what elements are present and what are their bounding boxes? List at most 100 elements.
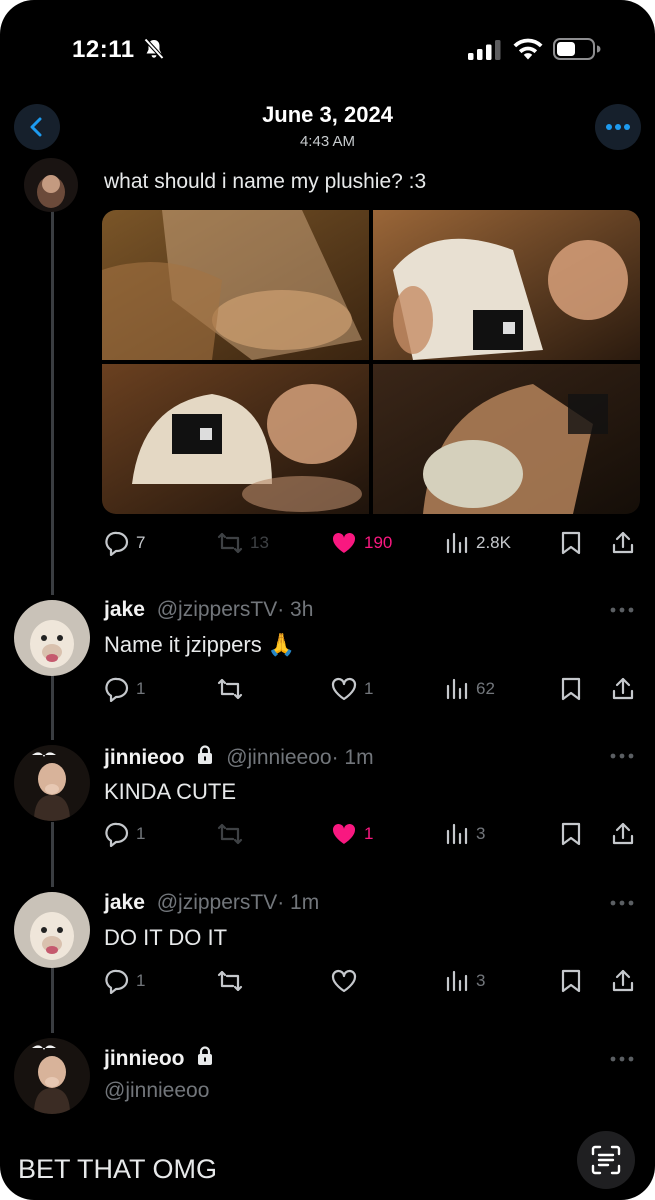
thread-connector-line: [51, 675, 54, 740]
views-button[interactable]: 3: [444, 966, 485, 996]
bookmark-button[interactable]: [560, 819, 582, 849]
bookmark-icon: [561, 969, 581, 993]
thread-header: June 3, 2024 4:43 AM: [0, 96, 655, 156]
more-dots-icon: [606, 124, 630, 130]
battery-icon: [553, 38, 601, 60]
reply-button[interactable]: 1: [104, 966, 145, 996]
user-name[interactable]: jake: [104, 891, 145, 914]
bookmark-icon: [561, 531, 581, 555]
more-dots-icon[interactable]: [609, 1055, 635, 1063]
bookmark-icon: [561, 677, 581, 701]
heart-outline-icon: [331, 969, 357, 993]
reply-bubble-icon: [105, 822, 129, 847]
user-handle[interactable]: @jinnieeoo: [226, 746, 331, 769]
focused-reply-name: jinnieoo: [104, 1046, 214, 1071]
lock-icon: [198, 745, 213, 764]
focused-reply-text: BET THAT OMG: [18, 1154, 218, 1184]
reply-button[interactable]: 1: [104, 674, 145, 704]
avatar[interactable]: [14, 1038, 90, 1114]
signal-icon: [468, 40, 501, 60]
reply-text: KINDA CUTE: [104, 779, 237, 804]
views-count: 3: [476, 824, 486, 843]
more-options-button[interactable]: [595, 104, 641, 150]
status-bar: 12:11: [0, 0, 655, 90]
main-post-text: what should i name my plushie? :3: [104, 170, 427, 193]
silent-bell-icon: [144, 38, 164, 60]
like-count: 190: [364, 533, 393, 552]
repost-button[interactable]: [216, 674, 244, 704]
avatar[interactable]: [14, 892, 90, 968]
media-photo[interactable]: [102, 364, 369, 514]
share-icon: [612, 822, 634, 845]
user-handle[interactable]: @jzippersTV: [157, 891, 278, 914]
share-icon: [612, 531, 634, 554]
repost-button[interactable]: [216, 819, 244, 849]
repost-icon: [217, 532, 243, 554]
views-button[interactable]: 62: [444, 674, 495, 704]
repost-icon: [217, 823, 243, 845]
repost-button[interactable]: 13: [216, 528, 269, 558]
bookmark-button[interactable]: [560, 528, 582, 558]
avatar[interactable]: [14, 600, 90, 676]
heart-outline-icon: [331, 677, 357, 701]
share-button[interactable]: [610, 674, 636, 704]
live-text-scan-button[interactable]: [577, 1131, 635, 1189]
like-button[interactable]: 1: [330, 819, 373, 849]
media-photo[interactable]: [373, 364, 640, 514]
share-button[interactable]: [610, 819, 636, 849]
reply-bubble-icon: [105, 677, 129, 702]
post-time: · 1m: [277, 891, 320, 914]
share-button[interactable]: [610, 966, 636, 996]
reply-text: Name it jzippers 🙏: [104, 632, 296, 657]
thread-connector-line: [51, 210, 54, 595]
avatar[interactable]: [14, 745, 90, 821]
more-dots-icon[interactable]: [609, 899, 635, 907]
user-handle[interactable]: @jinnieeoo: [104, 1079, 209, 1103]
reply-count: 1: [136, 971, 146, 990]
reply-header: jake @jzippersTV· 1m: [104, 891, 319, 915]
reply-text: DO IT DO IT: [104, 925, 228, 950]
views-button[interactable]: 3: [444, 819, 485, 849]
share-icon: [612, 677, 634, 700]
media-photo[interactable]: [373, 210, 640, 360]
text-scan-icon: [591, 1145, 621, 1175]
avatar[interactable]: [24, 158, 78, 212]
phone-screen: 12:11 June 3, 2024 4:43 AM what should i…: [0, 0, 655, 1200]
more-dots-icon[interactable]: [609, 752, 635, 760]
reply-actions: 1 3: [100, 966, 640, 996]
like-button[interactable]: 190: [330, 528, 392, 558]
views-button[interactable]: 2.8K: [444, 528, 511, 558]
repost-icon: [217, 970, 243, 992]
reply-button[interactable]: 7: [104, 528, 145, 558]
user-name[interactable]: jinnieoo: [104, 746, 185, 769]
post-media-grid[interactable]: [102, 210, 640, 514]
views-bars-icon: [446, 970, 468, 992]
views-bars-icon: [446, 532, 468, 554]
reply-count: 7: [136, 533, 146, 552]
reply-count: 1: [136, 824, 146, 843]
user-name[interactable]: jake: [104, 598, 145, 621]
repost-count: 13: [250, 533, 269, 552]
post-time: · 1m: [331, 746, 374, 769]
status-time: 12:11: [72, 36, 135, 63]
user-name[interactable]: jinnieoo: [104, 1047, 185, 1070]
lock-icon: [198, 1046, 213, 1065]
like-button[interactable]: [330, 966, 358, 996]
bookmark-button[interactable]: [560, 674, 582, 704]
user-handle[interactable]: @jzippersTV: [157, 598, 278, 621]
repost-button[interactable]: [216, 966, 244, 996]
bookmark-button[interactable]: [560, 966, 582, 996]
views-count: 3: [476, 971, 486, 990]
share-button[interactable]: [610, 528, 636, 558]
share-icon: [612, 969, 634, 992]
thread-connector-line: [51, 968, 54, 1033]
reply-header: jake @jzippersTV· 3h: [104, 598, 313, 622]
like-count: 1: [364, 824, 374, 843]
more-dots-icon[interactable]: [609, 606, 635, 614]
reply-bubble-icon: [105, 531, 129, 556]
like-button[interactable]: 1: [330, 674, 373, 704]
reply-actions: 1 1 3: [100, 819, 640, 849]
reply-button[interactable]: 1: [104, 819, 145, 849]
header-time: 4:43 AM: [299, 133, 356, 150]
media-photo[interactable]: [102, 210, 369, 360]
